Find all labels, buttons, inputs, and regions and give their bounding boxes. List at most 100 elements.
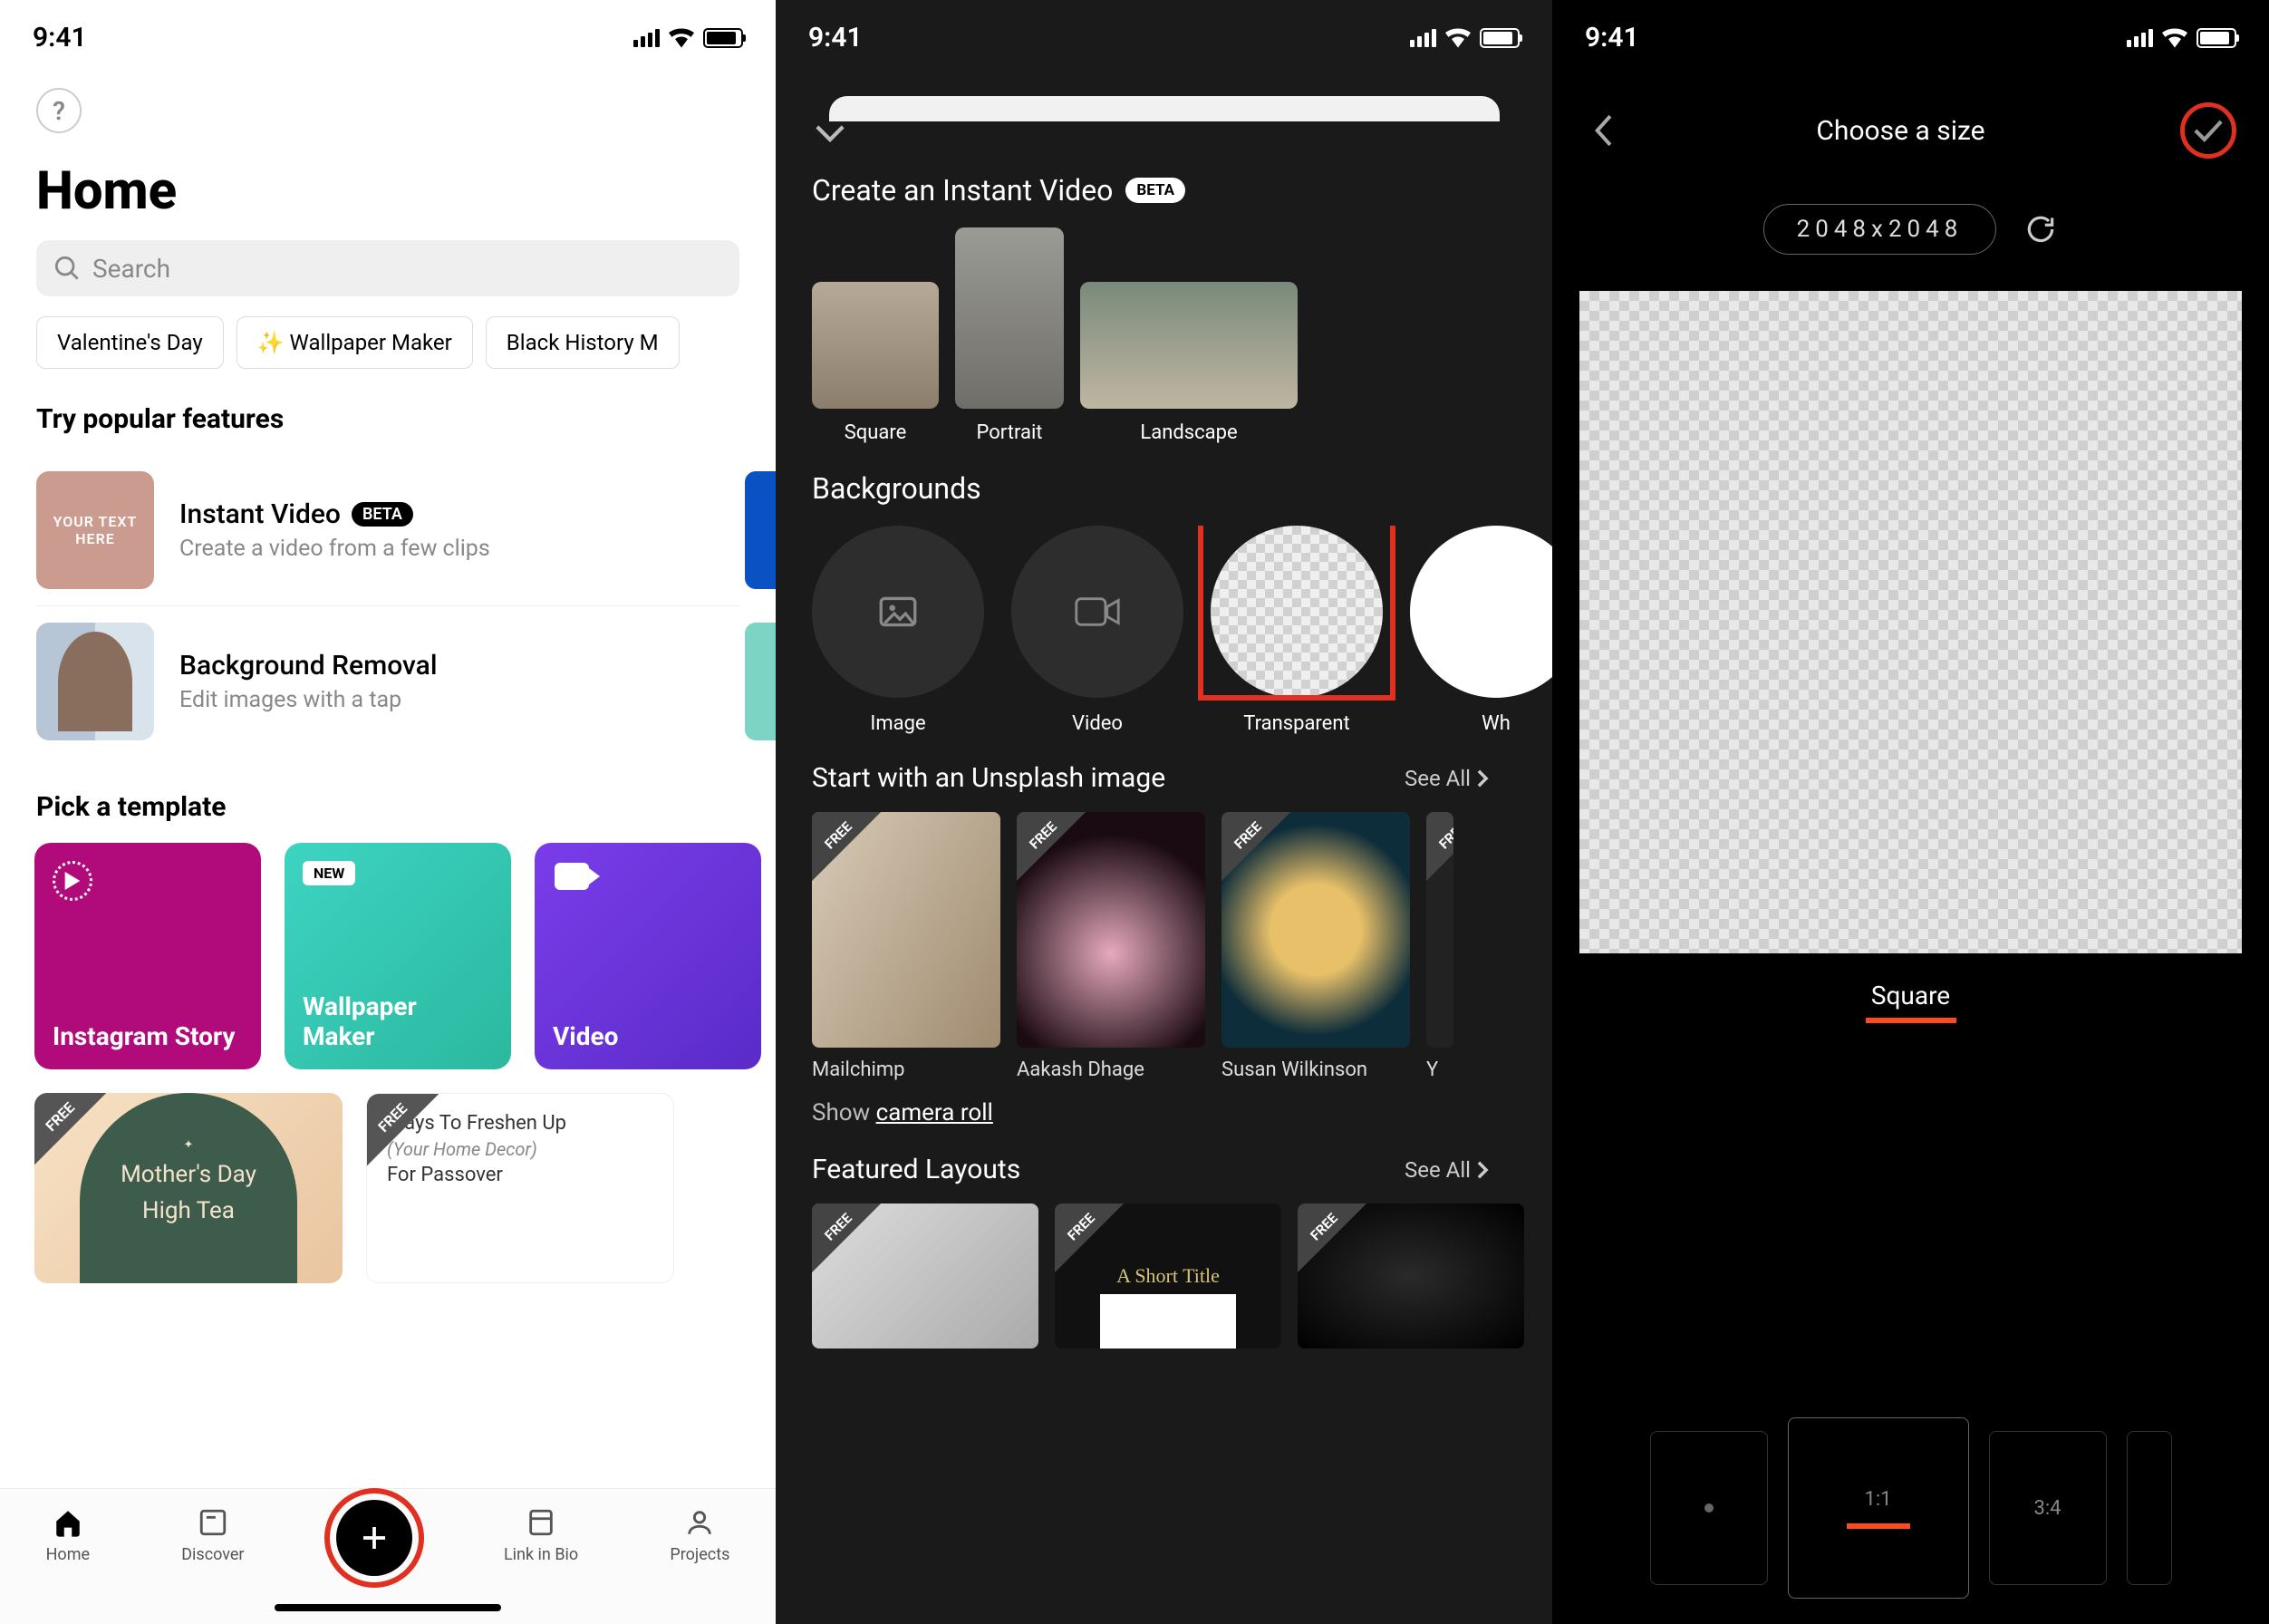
layouts-header: Featured Layouts See All — [812, 1154, 1516, 1185]
tab-link-in-bio[interactable]: Link in Bio — [504, 1505, 578, 1564]
page-title: Home — [36, 160, 776, 222]
status-bar: 9:41 — [0, 0, 776, 61]
bg-transparent[interactable]: Transparent — [1211, 526, 1383, 735]
wifi-icon — [2162, 28, 2187, 48]
help-icon[interactable]: ? — [36, 88, 82, 133]
tab-discover[interactable]: Discover — [181, 1505, 244, 1564]
chip-valentines[interactable]: Valentine's Day — [36, 316, 224, 369]
see-all-button[interactable]: See All — [1405, 766, 1489, 791]
home-indicator — [275, 1604, 501, 1611]
layout-item[interactable]: FREE — [812, 1204, 1038, 1348]
layout-item[interactable]: FREEA Short Title — [1055, 1204, 1281, 1348]
template-card[interactable]: FREE Ways To Freshen Up (Your Home Decor… — [366, 1093, 674, 1283]
search-placeholder: Search — [92, 254, 170, 284]
sheet-handle[interactable] — [829, 96, 1500, 121]
template-header: Pick a template — [36, 791, 776, 823]
play-story-icon — [53, 861, 92, 901]
status-bar: 9:41 — [1552, 0, 2269, 61]
ratio-option[interactable] — [1650, 1431, 1768, 1585]
tab-home[interactable]: Home — [46, 1505, 90, 1564]
feature-peek — [745, 471, 776, 589]
backgrounds-header: Backgrounds — [812, 471, 1552, 506]
chip-wallpaper-maker[interactable]: ✨ Wallpaper Maker — [237, 316, 473, 369]
projects-icon — [682, 1505, 717, 1540]
show-camera-roll[interactable]: Show camera roll — [812, 1099, 1516, 1126]
size-input[interactable]: 2048x2048 — [1763, 204, 1997, 255]
template-video[interactable]: Video — [535, 843, 761, 1069]
layouts-row: FREE FREEA Short Title FREE — [812, 1204, 1552, 1348]
unsplash-item[interactable]: FREEY — [1426, 812, 1453, 1081]
background-row: Image Video Transparent Wh — [812, 526, 1552, 735]
tab-projects[interactable]: Projects — [670, 1505, 729, 1564]
highlight-frame — [1198, 526, 1395, 701]
search-icon — [54, 256, 80, 281]
feature-peek — [745, 623, 776, 740]
wifi-icon — [1445, 28, 1471, 48]
feature-bg-removal[interactable]: Background Removal Edit images with a ta… — [36, 605, 739, 757]
template-row: Instagram Story NEW Wallpaper Maker Vide… — [34, 843, 776, 1069]
unsplash-header: Start with an Unsplash image See All — [812, 762, 1516, 794]
home-icon — [51, 1505, 85, 1540]
video-shape-landscape[interactable]: Landscape — [1080, 282, 1298, 444]
feature-thumb: YOUR TEXT HERE — [36, 471, 154, 589]
beta-badge: BETA — [352, 502, 413, 527]
shape-label: Square — [1552, 981, 2269, 1010]
signal-icon — [2127, 29, 2153, 47]
feature-thumb — [36, 623, 154, 740]
highlight-ring — [324, 1488, 424, 1588]
bg-video[interactable]: Video — [1011, 526, 1183, 735]
search-input[interactable]: Search — [36, 240, 739, 296]
ratio-option[interactable] — [2127, 1431, 2172, 1585]
ratio-option-3-4[interactable]: 3:4 — [1989, 1431, 2107, 1585]
header: Choose a size — [1552, 61, 2269, 177]
signal-icon — [1410, 29, 1436, 47]
ratio-picker: 1:1 3:4 — [1552, 1417, 2269, 1599]
template-instagram-story[interactable]: Instagram Story — [34, 843, 261, 1069]
size-bar: 2048x2048 — [1552, 204, 2269, 255]
bg-white[interactable]: Wh — [1410, 526, 1552, 735]
discover-icon — [196, 1505, 230, 1540]
shape-underline — [1866, 1018, 1956, 1023]
popular-header: Try popular features — [36, 403, 776, 435]
unsplash-item[interactable]: FREEAakash Dhage — [1017, 812, 1205, 1081]
rotate-icon — [2023, 212, 2058, 246]
video-shape-square[interactable]: Square — [812, 282, 939, 444]
choose-size-screen: 9:41 Choose a size 2048x2048 Square 1:1 … — [1552, 0, 2269, 1624]
new-badge: NEW — [303, 861, 355, 885]
status-bar: 9:41 — [776, 0, 1552, 61]
video-icon — [555, 863, 589, 890]
signal-icon — [633, 29, 660, 47]
bg-image[interactable]: Image — [812, 526, 984, 735]
chevron-left-icon — [1592, 113, 1614, 148]
unsplash-item[interactable]: FREESusan Wilkinson — [1221, 812, 1410, 1081]
battery-icon — [2197, 28, 2236, 48]
instant-video-row: Square Portrait Landscape — [812, 227, 1552, 444]
chevron-down-icon — [815, 124, 845, 142]
linkinbio-icon — [524, 1505, 558, 1540]
template-row-2: FREE ✦Mother's DayHigh Tea FREE Ways To … — [34, 1093, 776, 1283]
see-all-button[interactable]: See All — [1405, 1157, 1489, 1183]
create-button[interactable] — [336, 1500, 412, 1576]
template-card[interactable]: FREE ✦Mother's DayHigh Tea — [34, 1093, 343, 1283]
back-button[interactable] — [1585, 112, 1621, 149]
beta-badge: BETA — [1125, 178, 1185, 203]
video-icon — [1075, 594, 1120, 630]
video-shape-portrait[interactable]: Portrait — [955, 227, 1064, 444]
layout-item[interactable]: FREE — [1298, 1204, 1524, 1348]
rotate-button[interactable] — [2023, 212, 2058, 246]
ratio-option-1-1[interactable]: 1:1 — [1788, 1417, 1969, 1599]
unsplash-item[interactable]: FREEMailchimp — [812, 812, 1000, 1081]
image-icon — [875, 589, 921, 634]
instant-video-header: Create an Instant Video BETA — [812, 173, 1552, 208]
feature-instant-video[interactable]: YOUR TEXT HERE Instant VideoBETA Create … — [36, 455, 739, 605]
check-icon — [2193, 119, 2224, 142]
confirm-button[interactable] — [2180, 102, 2236, 159]
page-title: Choose a size — [1816, 115, 1984, 147]
unsplash-row: FREEMailchimp FREEAakash Dhage FREESusan… — [812, 812, 1552, 1081]
chip-black-history[interactable]: Black History M — [486, 316, 680, 369]
battery-icon — [1480, 28, 1520, 48]
template-wallpaper-maker[interactable]: NEW Wallpaper Maker — [285, 843, 511, 1069]
canvas-preview — [1579, 291, 2242, 953]
create-sheet: 9:41 Create an Instant Video BETA Square… — [776, 0, 1552, 1624]
home-screen: 9:41 ? Home Search Valentine's Day ✨ Wal… — [0, 0, 776, 1624]
